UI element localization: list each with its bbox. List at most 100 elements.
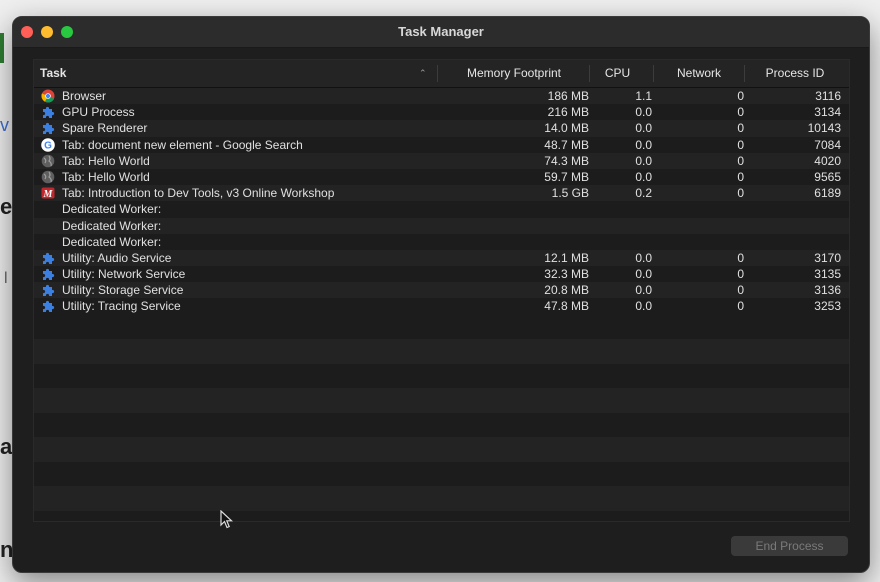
fem-icon: M — [41, 186, 55, 200]
cpu-value: 0.0 — [635, 105, 652, 120]
memory-value: 1.5 GB — [551, 186, 589, 201]
cpu-value: 0.0 — [635, 283, 652, 298]
task-name: Tab: document new element - Google Searc… — [62, 137, 303, 152]
network-value: 0 — [737, 169, 744, 184]
process-id-value: 9565 — [814, 169, 841, 184]
chrome-icon — [41, 89, 55, 103]
network-value: 0 — [737, 137, 744, 152]
table-row[interactable]: Tab: Hello World 59.7 MB 0.0 0 9565 — [34, 168, 849, 186]
column-header-network[interactable]: Network — [654, 60, 744, 87]
background-text-fragment: a — [0, 434, 13, 459]
process-id-value: 3134 — [814, 105, 841, 120]
task-name: Tab: Introduction to Dev Tools, v3 Onlin… — [62, 186, 335, 201]
memory-value: 12.1 MB — [544, 250, 589, 265]
table-row[interactable]: G Tab: document new element - Google Sear… — [34, 136, 849, 153]
cpu-value: 0.0 — [635, 250, 652, 265]
cpu-value: 0.0 — [635, 267, 652, 282]
empty-row — [34, 461, 849, 487]
table-row[interactable]: Utility: Tracing Service 47.8 MB 0.0 0 3253 — [34, 298, 849, 315]
network-value: 0 — [737, 186, 744, 201]
task-name: Tab: Hello World — [62, 169, 150, 184]
memory-value: 14.0 MB — [544, 121, 589, 136]
process-id-value: 3253 — [814, 299, 841, 314]
process-id-value: 3116 — [815, 89, 841, 103]
sort-ascending-icon: ⌃ — [419, 68, 427, 78]
cpu-value: 0.0 — [635, 153, 652, 168]
network-value: 0 — [737, 89, 744, 103]
google-icon: G — [41, 137, 55, 152]
table-row[interactable]: Utility: Audio Service 12.1 MB 0.0 0 3170 — [34, 249, 849, 267]
memory-value: 74.3 MB — [544, 153, 589, 168]
memory-value: 48.7 MB — [544, 137, 589, 152]
memory-value: 20.8 MB — [544, 283, 589, 298]
puzzle-icon — [41, 121, 55, 135]
column-header-process-id[interactable]: Process ID — [745, 60, 845, 87]
task-name: Utility: Audio Service — [62, 250, 172, 265]
memory-value: 186 MB — [547, 89, 589, 103]
task-name: Dedicated Worker: — [62, 218, 162, 233]
puzzle-icon — [41, 267, 55, 281]
cpu-value: 0.0 — [635, 169, 652, 184]
task-name: Utility: Tracing Service — [62, 299, 181, 314]
empty-row — [34, 437, 849, 462]
network-value: 0 — [737, 267, 744, 282]
memory-value: 47.8 MB — [544, 299, 589, 314]
table-row[interactable]: Tab: Hello World 74.3 MB 0.0 0 4020 — [34, 152, 849, 169]
memory-value: 216 MB — [547, 105, 589, 120]
svg-text:G: G — [44, 140, 52, 151]
empty-row — [34, 339, 849, 364]
network-value: 0 — [737, 299, 744, 314]
table-row[interactable]: Dedicated Worker: — [34, 233, 849, 250]
globe-icon — [41, 154, 55, 168]
end-process-button[interactable]: End Process — [731, 536, 848, 556]
empty-row — [34, 510, 849, 521]
process-id-value: 6189 — [814, 186, 841, 201]
empty-row — [34, 388, 849, 413]
puzzle-icon — [41, 105, 55, 119]
process-id-value: 4020 — [814, 153, 841, 168]
table-row[interactable]: Utility: Storage Service 20.8 MB 0.0 0 3136 — [34, 282, 849, 299]
table-row[interactable]: Utility: Network Service 32.3 MB 0.0 0 3135 — [34, 266, 849, 283]
process-id-value: 7084 — [814, 137, 841, 152]
task-name: Dedicated Worker: — [62, 234, 162, 249]
network-value: 0 — [737, 283, 744, 298]
table-row[interactable]: Dedicated Worker: — [34, 217, 849, 234]
cpu-value: 0.0 — [635, 137, 652, 152]
network-value: 0 — [737, 121, 744, 136]
cpu-value: 0.0 — [635, 299, 652, 314]
process-id-value: 3170 — [814, 250, 841, 265]
task-manager-window: Task Manager Task ⌃ Memory Footprint CPU… — [12, 16, 870, 573]
column-header-memory[interactable]: Memory Footprint — [439, 60, 589, 87]
task-name: Browser — [62, 89, 107, 103]
puzzle-icon — [41, 251, 55, 265]
window-title: Task Manager — [398, 24, 484, 39]
task-name: Spare Renderer — [62, 121, 148, 136]
empty-table-area — [34, 314, 849, 521]
title-bar: Task Manager — [13, 17, 869, 48]
column-divider[interactable] — [437, 65, 438, 82]
column-header-cpu[interactable]: CPU — [590, 60, 645, 87]
network-value: 0 — [737, 153, 744, 168]
network-value: 0 — [737, 105, 744, 120]
empty-row — [34, 363, 849, 389]
globe-icon — [41, 170, 55, 184]
table-row[interactable]: Dedicated Worker: — [34, 201, 849, 218]
table-header: Task ⌃ Memory Footprint CPU Network Proc… — [34, 60, 849, 88]
cpu-value: 0.2 — [635, 186, 652, 201]
column-header-task[interactable]: Task — [40, 60, 66, 87]
puzzle-icon — [41, 299, 55, 313]
process-table: Task ⌃ Memory Footprint CPU Network Proc… — [33, 59, 850, 522]
table-row[interactable]: Browser 186 MB 1.1 0 3116 — [34, 88, 849, 105]
process-id-value: 3136 — [814, 283, 841, 298]
task-name: Utility: Network Service — [62, 267, 186, 282]
table-row[interactable]: M Tab: Introduction to Dev Tools, v3 Onli… — [34, 185, 849, 202]
process-id-value: 10143 — [807, 121, 841, 136]
empty-row — [34, 486, 849, 511]
process-id-value: 3135 — [814, 267, 841, 282]
task-name: GPU Process — [62, 105, 135, 120]
task-name: Dedicated Worker: — [62, 202, 162, 217]
table-row[interactable]: GPU Process 216 MB 0.0 0 3134 — [34, 104, 849, 121]
empty-row — [34, 314, 849, 340]
background-text-fragment: l — [4, 270, 8, 287]
table-row[interactable]: Spare Renderer 14.0 MB 0.0 0 10143 — [34, 120, 849, 137]
